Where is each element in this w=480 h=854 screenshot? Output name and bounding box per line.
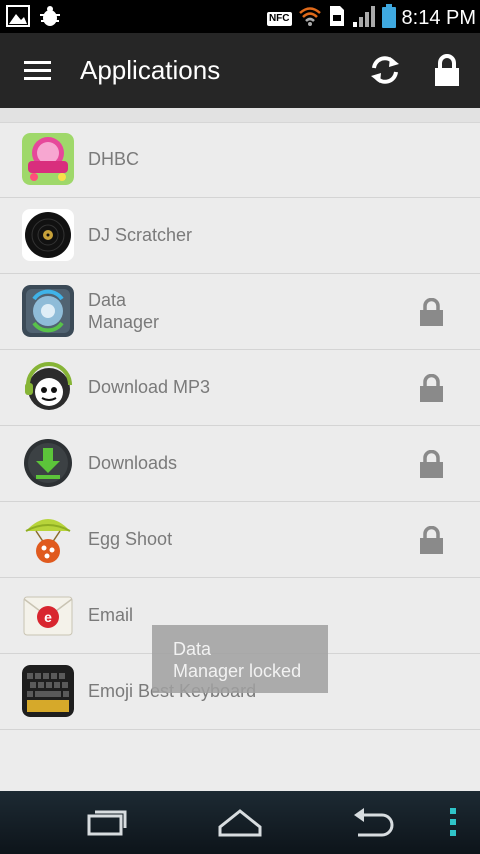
page-title: Applications [80,55,221,85]
list-item-dhbc[interactable]: DHBC [0,122,480,198]
lock-icon[interactable] [419,525,444,554]
list-item-data-manager[interactable]: Data Manager [0,274,480,350]
toast-line-1: Data [173,639,212,659]
lock-icon[interactable] [433,53,461,87]
list-item-label: DHBC [88,149,140,169]
back-icon[interactable] [352,807,396,842]
navigation-bar [0,791,480,854]
list-item-label: Downloads [88,453,178,473]
toast-message: Data Manager locked [152,625,328,693]
sim-icon [328,5,346,32]
image-icon [6,5,30,32]
list-item-label: DJ Scratcher [88,225,193,245]
bug-icon [38,5,62,32]
egg-shoot-app-icon [22,513,74,565]
toast-line-2: Manager locked [173,661,302,681]
home-icon[interactable] [216,807,264,842]
data-manager-app-icon [22,285,74,337]
app-bar: Applications [0,33,480,108]
overflow-menu-icon[interactable] [448,808,458,841]
list-item-egg-shoot[interactable]: Egg Shoot [0,502,480,578]
list-header-divider [0,108,480,123]
signal-icon [352,4,376,33]
status-time: 8:14 PM [401,7,476,29]
lock-icon[interactable] [419,373,444,402]
battery-icon [381,4,396,33]
status-bar: NFC 8:14 PM [0,0,480,33]
lock-icon[interactable] [419,297,444,326]
list-item-dj-scratcher[interactable]: DJ Scratcher [0,198,480,274]
lock-icon[interactable] [419,449,444,478]
list-item-downloads[interactable]: Downloads [0,426,480,502]
recent-apps-icon[interactable] [86,807,128,842]
keyboard-icon [22,665,74,717]
download-icon [22,437,74,489]
dhbc-app-icon [22,133,74,185]
nfc-icon: NFC [266,11,292,26]
svg-text:e: e [44,609,52,625]
list-item-download-mp3[interactable]: Download MP3 [0,350,480,426]
list-item-label: Download MP3 [88,377,211,397]
email-icon: e [22,589,74,641]
vinyl-record-icon [22,209,74,261]
list-item-label: Email [88,605,134,625]
download-mp3-app-icon [22,361,74,413]
status-left [6,5,62,32]
status-right: NFC 8:14 PM [266,4,476,33]
list-item-label: Egg Shoot [88,529,173,549]
refresh-icon[interactable] [368,53,402,87]
list-item-label: Data Manager [88,290,160,332]
wifi-icon [298,5,322,32]
menu-icon[interactable] [24,61,51,81]
